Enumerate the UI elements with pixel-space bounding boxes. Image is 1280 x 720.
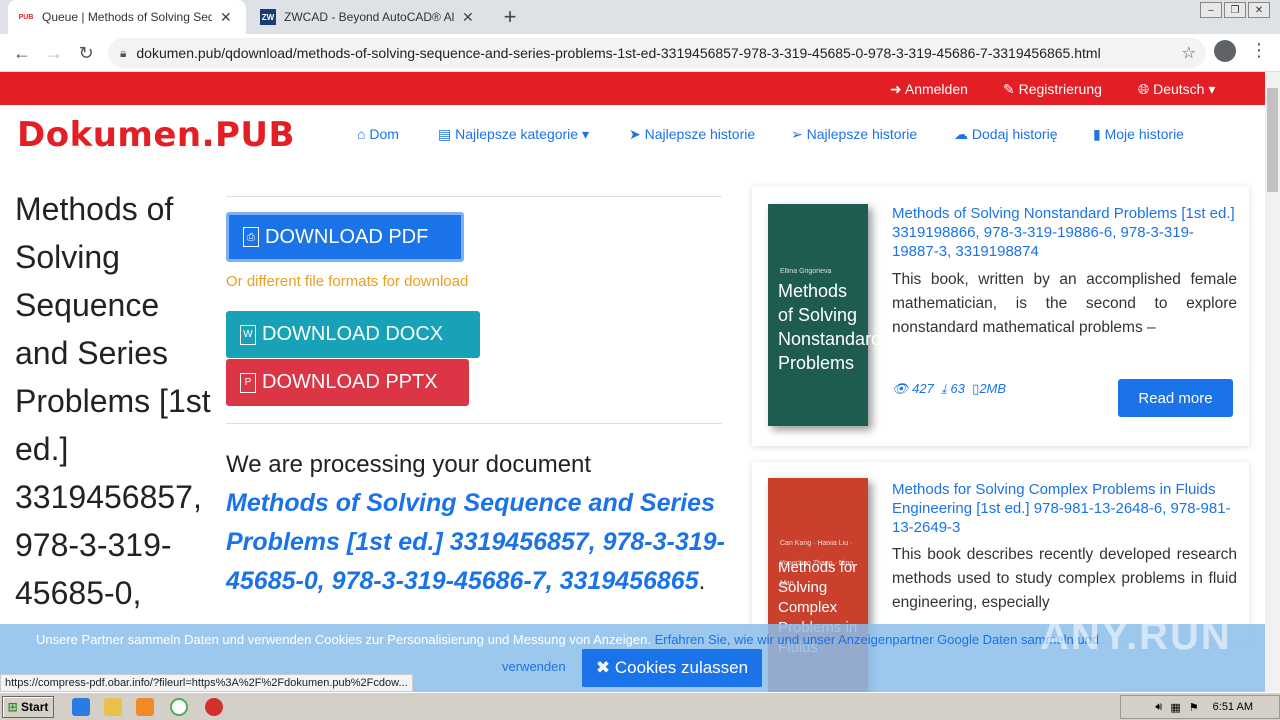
read-more-button[interactable]: Read more bbox=[1118, 379, 1233, 417]
close-window-icon[interactable]: ✕ bbox=[1248, 2, 1270, 18]
site-header: Dokumen.PUB ⌂ Dom ▤ Najlepsze kategorie … bbox=[0, 105, 1265, 165]
register-link[interactable]: ✎ Registrierung bbox=[1003, 81, 1102, 98]
lock-icon: 🔒︎ bbox=[120, 45, 127, 60]
tab-title: ZWCAD - Beyond AutoCAD® Alterna bbox=[284, 10, 454, 24]
send-icon: ➤ bbox=[629, 126, 645, 142]
close-icon[interactable]: ✕ bbox=[220, 9, 232, 26]
pdf-file-icon: ⎙ bbox=[243, 227, 259, 247]
windows-logo-icon: ⊞ bbox=[7, 700, 22, 714]
divider bbox=[226, 196, 722, 197]
reload-icon[interactable]: ↻ bbox=[74, 41, 98, 65]
volume-icon[interactable]: 🔊︎ bbox=[1155, 701, 1162, 714]
profile-avatar-icon[interactable] bbox=[1214, 40, 1236, 62]
network-icon[interactable]: ▦ bbox=[1170, 701, 1180, 714]
cookie-info-link[interactable]: Erfahren Sie, wie wir und unser Anzeigen… bbox=[655, 632, 1099, 647]
download-pptx-button[interactable]: P DOWNLOAD PPTX bbox=[226, 359, 469, 406]
clock: 6:51 AM bbox=[1212, 701, 1253, 713]
login-icon: ➜ bbox=[890, 81, 905, 97]
caret-down-icon: ▾ bbox=[578, 126, 590, 142]
start-button[interactable]: ⊞ Start bbox=[2, 696, 54, 718]
nav-categories[interactable]: ▤ Najlepsze kategorie ▾ bbox=[438, 126, 589, 143]
edit-icon: ✎ bbox=[1003, 81, 1019, 97]
window-controls: – ❐ ✕ bbox=[1200, 2, 1270, 18]
address-bar[interactable]: 🔒︎ dokumen.pub/qdownload/methods-of-solv… bbox=[108, 38, 1206, 68]
folder-icon[interactable] bbox=[104, 698, 122, 716]
book-title-link[interactable]: Methods of Solving Nonstandard Problems … bbox=[892, 204, 1237, 261]
nav-add-story[interactable]: ☁ Dodaj historię bbox=[954, 126, 1058, 143]
download-pdf-button[interactable]: ⎙ DOWNLOAD PDF bbox=[226, 212, 464, 262]
book-cover[interactable]: Ellina Grigorieva Methods of Solving Non… bbox=[768, 204, 881, 426]
times-icon: ✖ bbox=[595, 658, 615, 677]
status-bar-url: https://compress-pdf.obar.info/?fileurl=… bbox=[0, 674, 413, 692]
eye-icon: 👁︎ bbox=[892, 381, 909, 396]
powerpoint-file-icon: P bbox=[240, 372, 256, 393]
login-link[interactable]: ➜ Anmelden bbox=[890, 81, 968, 98]
book-description: This book, written by an accomplished fe… bbox=[892, 271, 1237, 336]
close-icon[interactable]: ✕ bbox=[462, 9, 474, 26]
related-book-card: Ellina Grigorieva Methods of Solving Non… bbox=[752, 186, 1249, 446]
flag-icon[interactable]: ⚑ bbox=[1189, 701, 1199, 714]
accept-cookies-button[interactable]: ✖ Cookies zulassen bbox=[582, 649, 762, 687]
back-arrow-icon[interactable]: ← bbox=[10, 41, 34, 65]
globe-icon: 🌐︎ bbox=[1138, 81, 1154, 97]
processing-document-title[interactable]: Methods of Solving Sequence and Series P… bbox=[226, 489, 725, 595]
page-title: Methods of Solving Sequence and Series P… bbox=[15, 191, 211, 611]
list-icon: ▤ bbox=[438, 126, 456, 142]
scrollbar-thumb[interactable] bbox=[1267, 88, 1278, 192]
book-description: This book describes recently developed r… bbox=[892, 546, 1237, 611]
word-file-icon: W bbox=[240, 324, 256, 345]
browser-tabstrip: PUB Queue | Methods of Solving Sequence … bbox=[0, 0, 1280, 34]
book-title-link[interactable]: Methods for Solving Complex Problems in … bbox=[892, 480, 1237, 537]
tab-active[interactable]: PUB Queue | Methods of Solving Sequence … bbox=[8, 0, 246, 34]
download-docx-button[interactable]: W DOWNLOAD DOCX bbox=[226, 311, 480, 358]
chrome-icon[interactable] bbox=[170, 698, 188, 716]
top-bar: ➜ Anmelden ✎ Registrierung 🌐︎ Deutsch ▾ bbox=[0, 72, 1265, 105]
cookie-text: Unsere Partner sammeln Daten und verwend… bbox=[36, 632, 651, 647]
caret-down-icon: ▾ bbox=[1204, 81, 1216, 97]
site-logo[interactable]: Dokumen.PUB bbox=[17, 115, 295, 155]
nav-top-stories-2[interactable]: ➢ Najlepsze historie bbox=[791, 126, 917, 143]
processing-message: We are processing your document Methods … bbox=[226, 451, 725, 595]
url-text: dokumen.pub/qdownload/methods-of-solving… bbox=[136, 45, 1101, 61]
cloud-upload-icon: ☁ bbox=[954, 126, 972, 142]
nav-top-stories-1[interactable]: ➤ Najlepsze historie bbox=[629, 126, 755, 143]
language-dropdown[interactable]: 🌐︎ Deutsch ▾ bbox=[1138, 81, 1215, 98]
forward-arrow-icon[interactable]: → bbox=[42, 41, 66, 65]
other-formats-text: Or different file formats for download bbox=[226, 273, 469, 290]
media-player-icon[interactable] bbox=[136, 698, 154, 716]
ie-icon[interactable] bbox=[72, 698, 90, 716]
menu-dots-icon[interactable]: ⋮ bbox=[1250, 40, 1268, 61]
dokumen-favicon-icon: PUB bbox=[18, 13, 34, 21]
tab-zwcad[interactable]: ZW ZWCAD - Beyond AutoCAD® Alterna ✕ bbox=[250, 0, 488, 34]
browser-toolbar: ← → ↻ 🔒︎ dokumen.pub/qdownload/methods-o… bbox=[0, 34, 1280, 72]
nav-home[interactable]: ⌂ Dom bbox=[357, 126, 399, 142]
send-outline-icon: ➢ bbox=[791, 126, 807, 142]
anyrun-watermark: ANY.RUN bbox=[1040, 614, 1232, 658]
star-icon[interactable]: ☆ bbox=[1182, 43, 1196, 63]
system-tray: 🔊︎ ▦ ⚑ 6:51 AM bbox=[1120, 695, 1280, 719]
tab-title: Queue | Methods of Solving Sequence bbox=[42, 10, 212, 24]
taskbar: ⊞ Start 🔊︎ ▦ ⚑ 6:51 AM bbox=[0, 692, 1280, 720]
home-icon: ⌂ bbox=[357, 126, 370, 142]
processing-text: We are processing your document bbox=[226, 451, 592, 478]
download-icon: ⤓ bbox=[941, 381, 947, 396]
cookie-info-link-cont[interactable]: verwenden bbox=[502, 659, 566, 674]
book-stats: 👁︎ 427 ⤓ 63 ▯2MB bbox=[892, 381, 1007, 396]
nav-my-stories[interactable]: ▮ Moje historie bbox=[1093, 126, 1184, 143]
zwcad-favicon-icon: ZW bbox=[260, 9, 276, 25]
divider bbox=[226, 423, 722, 424]
new-tab-button[interactable]: + bbox=[498, 4, 522, 30]
file-icon: ▮ bbox=[1093, 126, 1105, 142]
alert-icon[interactable] bbox=[205, 698, 223, 716]
minimize-icon[interactable]: – bbox=[1200, 2, 1222, 18]
page-scrollbar[interactable] bbox=[1265, 72, 1280, 692]
restore-icon[interactable]: ❐ bbox=[1224, 2, 1246, 18]
